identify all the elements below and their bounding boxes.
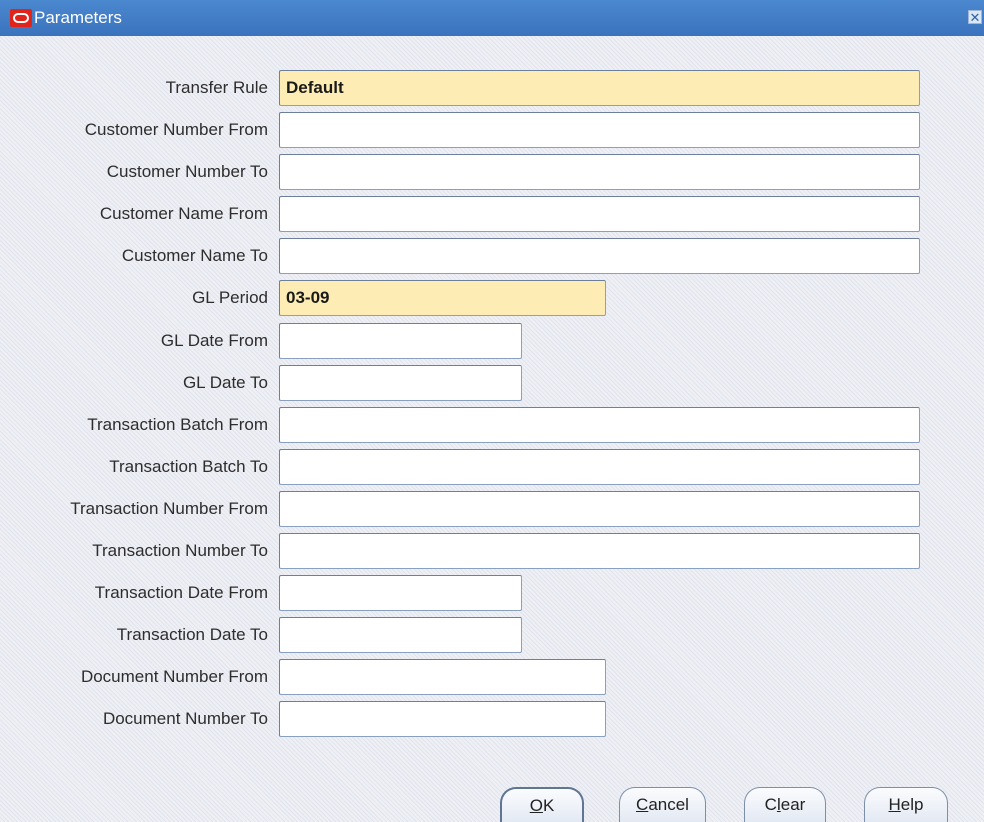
gl-period-label: GL Period xyxy=(192,288,268,307)
close-icon[interactable]: ✕ xyxy=(968,10,982,25)
customer-name-from-label: Customer Name From xyxy=(99,204,268,223)
gl-date-to-label: GL Date To xyxy=(182,373,268,392)
document-number-from-field[interactable] xyxy=(279,659,606,695)
cancel-button[interactable]: Cancel xyxy=(619,787,706,822)
oracle-logo-icon xyxy=(10,9,32,27)
transaction-date-from-label: Transaction Date From xyxy=(94,583,268,602)
document-number-to-field[interactable] xyxy=(279,701,606,737)
gl-period-field[interactable] xyxy=(279,280,606,316)
parameters-window: Parameters ✕ Transfer Rule Customer Numb… xyxy=(0,0,984,822)
customer-number-from-label: Customer Number From xyxy=(84,120,268,139)
transaction-date-to-label: Transaction Date To xyxy=(116,625,268,644)
help-button[interactable]: Help xyxy=(864,787,948,822)
transaction-number-to-label: Transaction Number To xyxy=(92,541,268,560)
transfer-rule-field[interactable] xyxy=(279,70,920,106)
gl-date-to-field[interactable] xyxy=(279,365,522,401)
transaction-batch-to-label: Transaction Batch To xyxy=(109,457,268,476)
customer-name-to-label: Customer Name To xyxy=(121,246,268,265)
clear-button[interactable]: Clear xyxy=(744,787,826,822)
customer-number-to-label: Customer Number To xyxy=(106,162,268,181)
customer-number-from-field[interactable] xyxy=(279,112,920,148)
gl-date-from-field[interactable] xyxy=(279,323,522,359)
document-number-to-label: Document Number To xyxy=(102,709,268,728)
ok-button[interactable]: OK xyxy=(500,787,584,822)
transaction-date-to-field[interactable] xyxy=(279,617,522,653)
gl-date-from-label: GL Date From xyxy=(160,331,268,350)
transaction-batch-from-field[interactable] xyxy=(279,407,920,443)
transaction-batch-from-label: Transaction Batch From xyxy=(87,415,268,434)
transaction-date-from-field[interactable] xyxy=(279,575,522,611)
customer-name-to-field[interactable] xyxy=(279,238,920,274)
transaction-number-from-field[interactable] xyxy=(279,491,920,527)
title-bar[interactable]: Parameters ✕ xyxy=(0,0,984,36)
transfer-rule-label: Transfer Rule xyxy=(165,78,268,97)
customer-name-from-field[interactable] xyxy=(279,196,920,232)
transaction-batch-to-field[interactable] xyxy=(279,449,920,485)
transaction-number-from-label: Transaction Number From xyxy=(70,499,268,518)
document-number-from-label: Document Number From xyxy=(80,667,268,686)
window-title: Parameters xyxy=(34,8,122,27)
transaction-number-to-field[interactable] xyxy=(279,533,920,569)
customer-number-to-field[interactable] xyxy=(279,154,920,190)
